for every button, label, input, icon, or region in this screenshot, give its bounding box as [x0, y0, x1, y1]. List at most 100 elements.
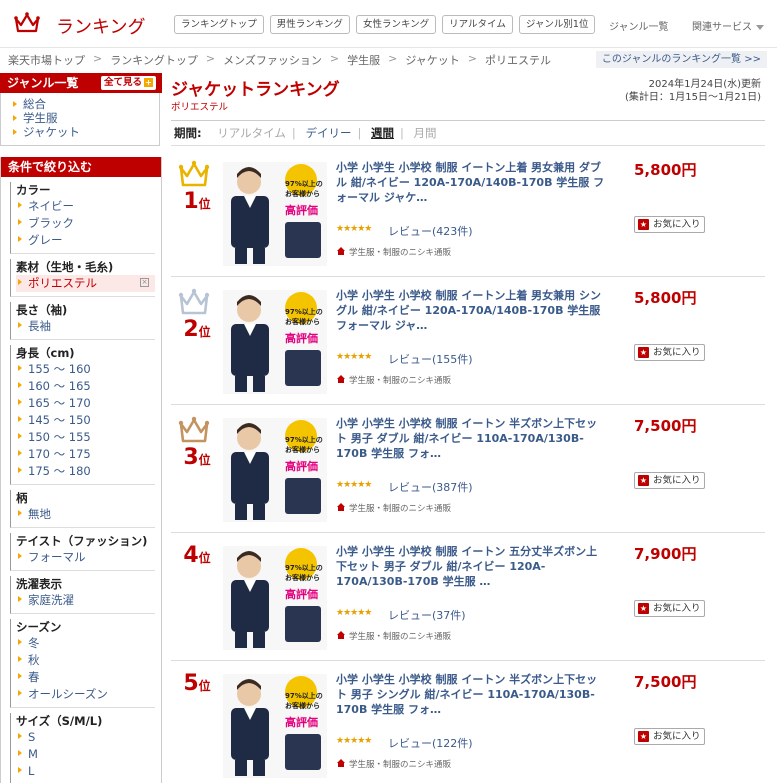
filter-item[interactable]: ネイビー: [16, 198, 155, 215]
product-image[interactable]: 97%以上の お客様から 高評価: [223, 162, 327, 266]
product-name-link[interactable]: 小学 小学生 小学校 制服 イートン上着 男女兼用 シングル 紺/ネイビー 12…: [336, 288, 608, 333]
tab-genre-first[interactable]: ジャンル別1位: [518, 15, 596, 34]
filter-heading: シーズン: [16, 620, 62, 634]
shop-link[interactable]: 学生服・制服のニシキ通販: [336, 630, 451, 642]
review-count-link[interactable]: レビュー(423件): [388, 223, 473, 239]
crown-logo-icon[interactable]: [14, 11, 40, 35]
product-image[interactable]: 97%以上の お客様から 高評価: [223, 290, 327, 394]
filter-item[interactable]: 150 ～ 155: [16, 429, 155, 446]
tab-male-ranking[interactable]: 男性ランキング: [269, 15, 350, 34]
breadcrumb-item[interactable]: メンズファッション: [223, 52, 322, 68]
review-count-link[interactable]: レビュー(387件): [388, 479, 473, 495]
filter-item[interactable]: オールシーズン: [16, 686, 155, 703]
tab-female-ranking[interactable]: 女性ランキング: [355, 15, 437, 34]
shop-link[interactable]: 学生服・制服のニシキ通販: [336, 246, 451, 258]
filter-item[interactable]: 冬: [16, 635, 155, 652]
shop-link[interactable]: 学生服・制服のニシキ通販: [336, 374, 451, 386]
header: ランキング ランキングトップ 男性ランキング 女性ランキング リアルタイム ジャ…: [0, 0, 777, 48]
filter-item[interactable]: 家庭洗濯: [16, 592, 155, 609]
filter-item[interactable]: 春: [16, 669, 155, 686]
genre-item[interactable]: 総合: [11, 97, 159, 111]
add-favorite-button[interactable]: ★ お気に入り: [634, 728, 705, 745]
favorite-label: お気に入り: [653, 219, 701, 230]
period-monthly: 月間: [413, 126, 437, 140]
star-icon: ★: [638, 731, 649, 742]
breadcrumb-item[interactable]: ポリエステル: [485, 52, 551, 68]
logo-text[interactable]: ランキング: [56, 13, 145, 39]
breadcrumb-item[interactable]: ジャケット: [405, 52, 459, 68]
thumb-badge-text: 高評価: [285, 587, 318, 601]
genre-item[interactable]: ジャケット: [11, 125, 159, 139]
thumb-badge-text: 高評価: [285, 459, 318, 473]
remove-filter-icon[interactable]: ×: [140, 278, 149, 287]
filter-section: テイスト（ファッション) フォーマル: [10, 533, 155, 571]
genre-list-link[interactable]: ジャンル一覧: [609, 18, 669, 33]
review-count-link[interactable]: レビュー(155件): [388, 351, 473, 367]
ranking-item: 3位 97%以上の お客様から 高評価 小学 小学生 小学校 制服 イートン 半ズボン上…: [171, 405, 765, 533]
breadcrumb-item[interactable]: ランキングトップ: [110, 52, 198, 68]
add-favorite-button[interactable]: ★ お気に入り: [634, 472, 705, 489]
filter-item[interactable]: 155 ～ 160: [16, 361, 155, 378]
product-image[interactable]: 97%以上の お客様から 高評価: [223, 674, 327, 778]
see-all-button[interactable]: 全て見る: [100, 76, 156, 90]
filter-item[interactable]: S: [16, 729, 155, 746]
thumb-badge-text: お客様から: [285, 189, 320, 198]
review-count-link[interactable]: レビュー(122件): [388, 735, 473, 751]
add-favorite-button[interactable]: ★ お気に入り: [634, 216, 705, 233]
period-weekly[interactable]: 週間: [371, 126, 394, 140]
add-favorite-button[interactable]: ★ お気に入り: [634, 344, 705, 361]
ranking-item: 4位 97%以上の お客様から 高評価 小学 小学生 小学校 制服 イートン 五分丈半ズ…: [171, 533, 765, 661]
filter-item[interactable]: M: [16, 746, 155, 763]
filter-item[interactable]: 170 ～ 175: [16, 446, 155, 463]
rank-suffix: 位: [198, 453, 211, 467]
filter-item[interactable]: 160 ～ 165: [16, 378, 155, 395]
filter-item[interactable]: 175 ～ 180: [16, 463, 155, 480]
review-count-link[interactable]: レビュー(37件): [388, 607, 466, 623]
product-image[interactable]: 97%以上の お客様から 高評価: [223, 546, 327, 650]
filter-item[interactable]: 145 ～ 150: [16, 412, 155, 429]
tab-ranking-top[interactable]: ランキングトップ: [174, 15, 264, 34]
breadcrumb-item[interactable]: 楽天市場トップ: [8, 52, 85, 68]
genre-ranking-list-link[interactable]: このジャンルのランキング一覧 >>: [595, 51, 767, 68]
product-name-link[interactable]: 小学 小学生 小学校 制服 イートン 五分丈半ズボン上下セット 男子 ダブル 紺…: [336, 544, 608, 589]
filter-item[interactable]: 長袖: [16, 318, 155, 335]
shop-name: 学生服・制服のニシキ通販: [349, 632, 452, 642]
filter-section: 洗濯表示 家庭洗濯: [10, 576, 155, 614]
filter-item[interactable]: 165 ～ 170: [16, 395, 155, 412]
rank-number: 1位: [177, 189, 217, 214]
shop-name: 学生服・制服のニシキ通販: [349, 504, 452, 514]
tab-realtime[interactable]: リアルタイム: [442, 15, 513, 34]
product-name-link[interactable]: 小学 小学生 小学校 制服 イートン 半ズボン上下セット 男子 シングル 紺/ネ…: [336, 672, 608, 717]
filter-item[interactable]: L: [16, 763, 155, 780]
filter-panel: 条件で絞り込む カラー ネイビー ブラック グレー 素材（生地・毛糸) ポリエステル × 長さ…: [0, 157, 162, 783]
product-name-link[interactable]: 小学 小学生 小学校 制服 イートン上着 男女兼用 ダブル 紺/ネイビー 120…: [336, 160, 608, 205]
shop-name: 学生服・制服のニシキ通販: [349, 248, 452, 258]
genre-list-title: ジャンル一覧 全て見る: [0, 73, 162, 93]
rank-value: 3: [183, 445, 199, 470]
add-favorite-button[interactable]: ★ お気に入り: [634, 600, 705, 617]
filter-item[interactable]: ブラック: [16, 215, 155, 232]
rank-number: 3位: [177, 445, 217, 470]
related-services-dropdown[interactable]: 関連サービス: [692, 18, 764, 33]
star-icon: ★: [638, 219, 649, 230]
filter-section: 柄無地: [10, 490, 155, 528]
filter-item[interactable]: フォーマル: [16, 549, 155, 566]
shop-link[interactable]: 学生服・制服のニシキ通販: [336, 502, 451, 514]
breadcrumb-item[interactable]: 学生服: [347, 52, 380, 68]
filter-item[interactable]: 無地: [16, 506, 155, 523]
filter-item[interactable]: 秋: [16, 652, 155, 669]
period-realtime[interactable]: リアルタイム: [217, 126, 286, 140]
sidebar: ジャンル一覧 全て見る 総合 学生服 ジャケット 条件で絞り込む カラーネイビー…: [0, 73, 162, 783]
thumb-badge-text: 高評価: [285, 331, 318, 345]
product-photo-illustration: 97%以上のお客様から高評価: [223, 418, 327, 522]
product-name-link[interactable]: 小学 小学生 小学校 制服 イートン 半ズボン上下セット 男子 ダブル 紺/ネイ…: [336, 416, 608, 461]
shop-house-icon: [337, 759, 345, 767]
period-daily[interactable]: デイリー: [305, 126, 351, 140]
genre-item[interactable]: 学生服: [11, 111, 159, 125]
genre-list-title-text: ジャンル一覧: [7, 76, 79, 90]
product-image[interactable]: 97%以上の お客様から 高評価: [223, 418, 327, 522]
page-title: ジャケットランキング: [171, 80, 340, 100]
filter-item[interactable]: グレー: [16, 232, 155, 249]
shop-link[interactable]: 学生服・制服のニシキ通販: [336, 758, 451, 770]
filter-item-selected[interactable]: ポリエステル ×: [16, 275, 155, 292]
